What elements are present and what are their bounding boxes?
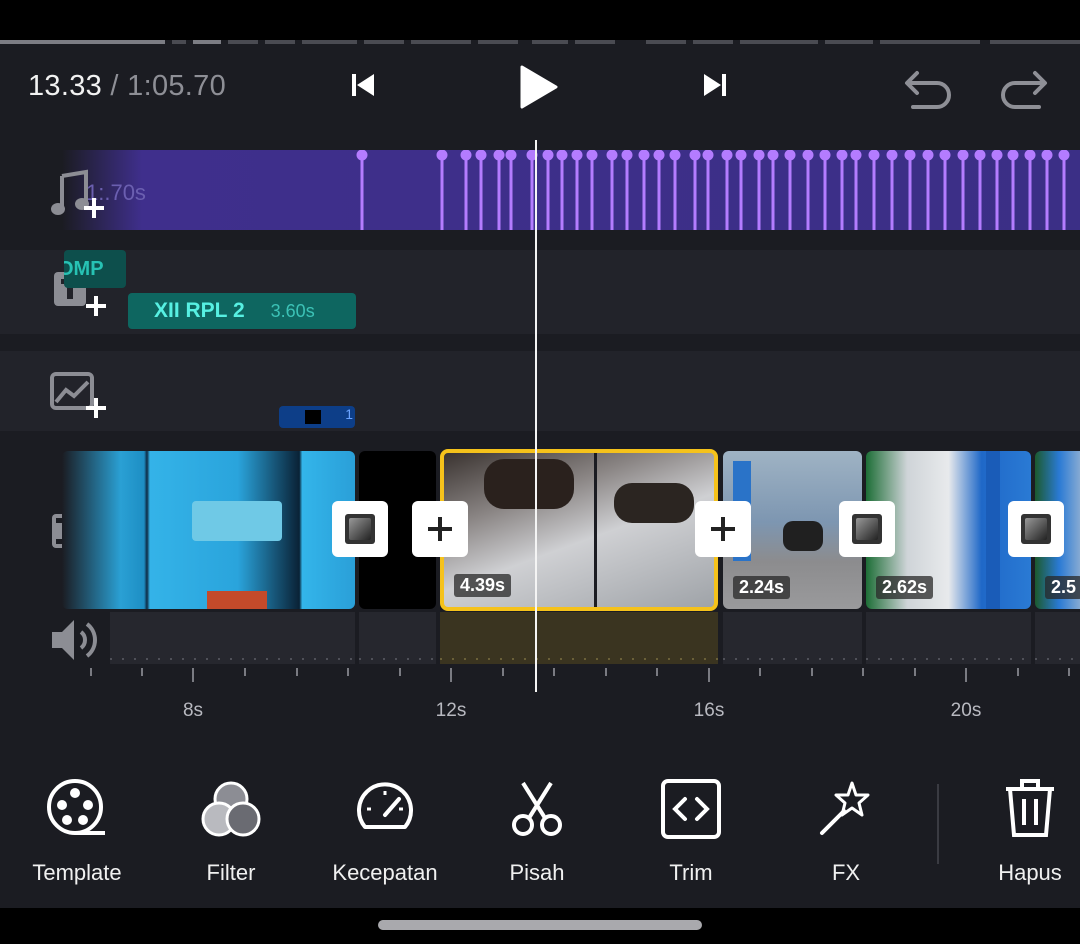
clip-duration: 4.39s — [454, 574, 512, 597]
current-time: 13.33 — [28, 70, 103, 102]
tool-split[interactable]: Pisah — [467, 760, 607, 886]
audio-waveform — [440, 658, 718, 660]
tool-label: Pisah — [509, 860, 565, 885]
audio-segment[interactable] — [110, 612, 355, 664]
tool-label: Kecepatan — [332, 860, 438, 885]
magic-wand-icon — [820, 781, 870, 835]
tool-label: FX — [831, 860, 861, 885]
ghost-text-clip-label: OMP — [64, 258, 104, 280]
clip-detail — [783, 521, 823, 551]
ruler-label: 8s — [182, 700, 204, 721]
audio-waveform — [110, 658, 355, 660]
transition-icon — [1021, 514, 1051, 544]
tool-label: Trim — [669, 860, 713, 885]
skip-previous-icon — [352, 74, 374, 96]
plus-icon — [428, 517, 452, 541]
beat-markers — [356, 150, 1070, 230]
clip-detail — [484, 459, 574, 509]
audio-waveform — [866, 658, 1031, 660]
clip-duration: 2.62s — [876, 576, 934, 599]
volume-button[interactable] — [48, 614, 110, 668]
trash-icon — [1006, 779, 1054, 837]
tool-template[interactable]: Template — [7, 760, 147, 886]
undo-button[interactable] — [898, 62, 958, 112]
system-nav-bar — [0, 908, 1080, 944]
clip-detail — [614, 483, 694, 523]
audio-segment-selected[interactable] — [440, 612, 718, 664]
text-clip[interactable]: XII RPL 2 3.60s — [128, 293, 356, 329]
time-separator: / — [102, 70, 128, 102]
clip-detail — [207, 591, 267, 609]
video-editor: 13.33 / 1:05.70 1:.70s OMP XII RPL 2 3.6… — [0, 40, 1080, 908]
transition-button[interactable] — [332, 501, 388, 557]
add-image-button[interactable] — [48, 368, 110, 422]
audio-segment[interactable] — [866, 612, 1031, 664]
trim-icon — [661, 779, 721, 839]
video-clip-building[interactable] — [62, 451, 355, 609]
filter-circles-icon — [201, 781, 261, 837]
total-time: 1:05.70 — [127, 70, 227, 102]
tool-delete[interactable]: Hapus — [960, 760, 1080, 886]
speedometer-icon — [357, 782, 413, 829]
video-clip-selected[interactable]: 4.39s — [440, 449, 718, 611]
music-add-icon — [51, 169, 104, 218]
clip-frame-divider — [594, 453, 597, 607]
audio-segment[interactable] — [1035, 612, 1080, 664]
tool-filter[interactable]: Filter — [161, 760, 301, 886]
tool-label: Hapus — [998, 860, 1062, 885]
text-clip-name: XII RPL 2 — [154, 299, 245, 322]
clip-duration: 2.5 — [1045, 576, 1080, 599]
skip-next-icon — [704, 74, 726, 96]
transition-button[interactable] — [1008, 501, 1064, 557]
toolbar-divider — [937, 784, 939, 864]
tool-fx[interactable]: FX — [776, 760, 916, 886]
timeline-ruler[interactable]: 8s 12s 16s 20s — [0, 668, 1080, 728]
sticker-clip-number: 1 — [345, 406, 353, 422]
image-add-icon — [50, 372, 106, 418]
playhead[interactable] — [535, 140, 537, 692]
film-reel-icon — [47, 779, 105, 835]
redo-icon — [1001, 71, 1047, 109]
clip-detail — [986, 451, 1000, 609]
audio-waveform — [1035, 658, 1080, 660]
sticker-thumbnail — [305, 410, 321, 424]
audio-segment[interactable] — [723, 612, 862, 664]
add-transition-button[interactable] — [695, 501, 751, 557]
undo-icon — [905, 71, 951, 109]
skip-next-button[interactable] — [692, 62, 738, 108]
music-track[interactable]: 1:.70s — [62, 150, 1080, 230]
tool-speed[interactable]: Kecepatan — [315, 760, 455, 886]
tool-label: Template — [32, 860, 122, 885]
ruler-label: 12s — [435, 700, 467, 721]
text-clip-duration: 3.60s — [270, 300, 315, 321]
transition-icon — [852, 514, 882, 544]
tool-label: Filter — [206, 860, 256, 885]
transition-icon — [345, 514, 375, 544]
top-progress-strip — [0, 40, 1080, 46]
add-music-button[interactable] — [48, 168, 110, 222]
play-icon — [520, 65, 558, 109]
add-transition-button[interactable] — [412, 501, 468, 557]
skip-previous-button[interactable] — [340, 62, 386, 108]
clip-detail — [192, 501, 282, 541]
redo-button[interactable] — [994, 62, 1054, 112]
transition-button[interactable] — [839, 501, 895, 557]
audio-waveform — [723, 658, 862, 660]
sticker-clip[interactable]: 1 — [279, 406, 355, 428]
ghost-text-clip[interactable]: OMP — [64, 250, 126, 288]
play-button[interactable] — [510, 62, 566, 112]
tool-trim[interactable]: Trim — [621, 760, 761, 886]
edit-toolbar: Template Filter Kecepatan Pisah Trim FX … — [0, 760, 1080, 908]
home-handle[interactable] — [378, 920, 702, 930]
time-display: 13.33 / 1:05.70 — [28, 70, 226, 103]
clip-duration: 2.24s — [733, 576, 791, 599]
ruler-label: 16s — [693, 700, 725, 721]
scissors-icon — [512, 781, 562, 836]
sticker-track[interactable] — [0, 351, 1080, 431]
plus-icon — [711, 517, 735, 541]
audio-segment[interactable] — [359, 612, 436, 664]
ruler-label: 20s — [950, 700, 982, 721]
volume-icon — [52, 620, 97, 660]
audio-waveform — [359, 658, 436, 660]
